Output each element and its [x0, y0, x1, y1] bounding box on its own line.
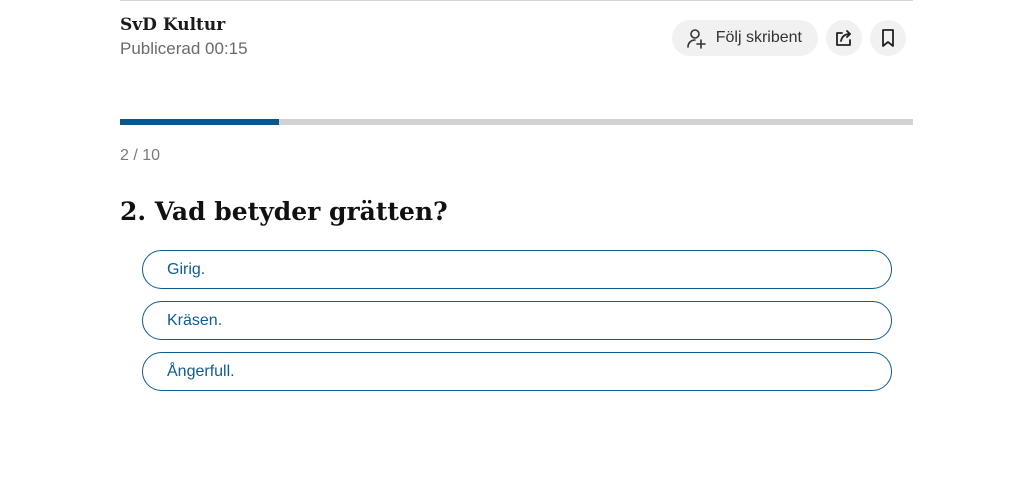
bookmark-icon	[879, 28, 897, 48]
question-title: 2. Vad betyder grätten?	[120, 197, 448, 226]
share-button[interactable]	[826, 20, 862, 56]
answer-options: Girig. Kräsen. Ångerfull.	[142, 250, 892, 403]
share-icon	[834, 28, 854, 48]
follow-writer-button[interactable]: Följ skribent	[671, 20, 818, 56]
answer-option-1[interactable]: Girig.	[142, 250, 892, 289]
byline: SvD Kultur Publicerad 00:15	[120, 14, 248, 60]
published-time: Publicerad 00:15	[120, 39, 248, 58]
bookmark-button[interactable]	[870, 20, 906, 56]
question-counter: 2 / 10	[120, 147, 161, 164]
article-actions: Följ skribent	[671, 20, 906, 56]
follow-writer-label: Följ skribent	[715, 29, 802, 46]
answer-option-3[interactable]: Ångerfull.	[142, 352, 892, 391]
top-divider	[120, 0, 913, 1]
person-plus-icon	[686, 27, 708, 49]
quiz-progress-fill	[120, 119, 279, 125]
quiz-progress-bar	[120, 119, 913, 125]
author-name[interactable]: SvD Kultur	[120, 14, 248, 36]
answer-option-2[interactable]: Kräsen.	[142, 301, 892, 340]
